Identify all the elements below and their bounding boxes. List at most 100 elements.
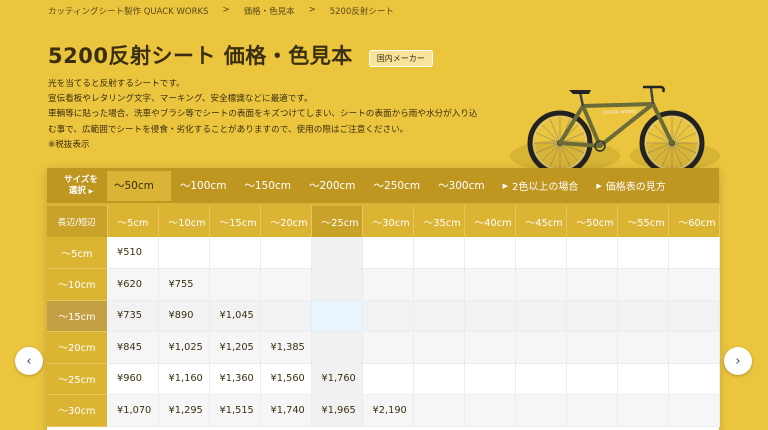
table-row: 〜5cm ¥510 [47,237,720,269]
price-cell[interactable] [413,394,465,427]
price-cell[interactable] [362,363,414,395]
price-cell[interactable]: ¥960 [107,363,159,395]
price-cell[interactable] [617,268,669,301]
price-cell[interactable]: ¥1,045 [209,300,261,332]
column-header: 〜10cm [158,206,210,237]
price-cell[interactable] [617,394,669,427]
multi-color-link[interactable]: ▶ 2色以上の場合 [494,171,588,201]
price-cell[interactable] [566,331,618,364]
column-header: 〜45cm [515,206,567,237]
price-cell[interactable] [311,268,363,301]
price-cell[interactable]: ¥1,360 [209,363,261,395]
price-cell[interactable] [158,237,210,269]
price-cell[interactable] [464,363,516,395]
price-cell[interactable] [311,331,363,364]
price-cell[interactable] [464,268,516,301]
price-cell[interactable] [668,394,720,427]
price-cell[interactable] [260,268,312,301]
price-cell[interactable]: ¥890 [158,300,210,332]
price-cell[interactable] [464,237,516,269]
tab-size-300[interactable]: 〜300cm [429,171,494,201]
price-cell[interactable]: ¥1,205 [209,331,261,364]
tab-size-250[interactable]: 〜250cm [365,171,430,201]
price-cell[interactable] [362,237,414,269]
price-guide-link-label: 価格表の見方 [605,182,666,193]
price-cell[interactable]: ¥1,025 [158,331,210,364]
price-cell[interactable]: ¥735 [107,300,159,332]
price-cell[interactable] [566,394,618,427]
price-cell[interactable]: ¥1,560 [260,363,312,395]
price-cell[interactable]: ¥1,070 [107,394,159,427]
price-cell[interactable] [566,363,618,395]
triangle-right-icon: ▶ [596,181,602,190]
price-cell[interactable]: ¥1,385 [260,331,312,364]
breadcrumb-item-price[interactable]: 価格・色見本 [244,5,295,17]
price-cell[interactable] [464,300,516,332]
column-header: 〜55cm [617,206,669,237]
price-cell[interactable] [617,237,669,269]
price-cell[interactable] [311,300,363,332]
previous-arrow-button[interactable]: ‹ [15,347,43,375]
price-cell[interactable] [668,363,720,395]
breadcrumb-item-current: 5200反射シート [329,7,394,17]
price-cell[interactable]: ¥1,515 [209,394,261,427]
column-header: 〜20cm [260,206,312,237]
price-panel: サイズを 選択 ▶ 〜50cm 〜100cm 〜150cm 〜200cm 〜25… [47,168,720,430]
tab-size-50[interactable]: 〜50cm [107,170,171,201]
breadcrumb: カッティングシート製作 QUACK WORKS > 価格・色見本 > 5200反… [48,5,394,17]
price-cell[interactable] [413,268,465,301]
price-cell[interactable] [362,268,414,301]
price-cell[interactable] [515,268,567,301]
price-cell[interactable] [566,237,618,269]
price-cell[interactable] [464,331,516,364]
column-header: 〜50cm [566,206,618,237]
price-cell[interactable] [260,300,312,332]
price-cell[interactable]: ¥1,295 [158,394,210,427]
price-cell[interactable] [413,363,465,395]
tab-size-200[interactable]: 〜200cm [300,171,365,201]
price-cell[interactable] [413,300,465,332]
row-header: 〜20cm [47,331,107,364]
chevron-left-icon: ‹ [26,353,32,369]
table-row: 〜10cm ¥620 ¥755 [47,268,720,301]
table-corner-label: 長辺/短辺 [47,206,108,237]
price-cell[interactable] [362,331,414,364]
price-cell[interactable] [515,300,567,332]
price-cell[interactable] [668,331,720,364]
price-cell[interactable] [668,300,720,332]
price-cell[interactable]: ¥1,740 [260,394,312,427]
price-cell[interactable]: ¥755 [158,268,210,301]
next-arrow-button[interactable]: › [724,347,752,375]
price-cell[interactable] [668,268,720,301]
price-cell[interactable]: ¥1,160 [158,363,210,395]
price-cell[interactable]: ¥845 [107,331,159,364]
price-cell[interactable]: ¥620 [107,268,159,301]
price-cell[interactable] [515,237,567,269]
price-cell[interactable] [617,331,669,364]
price-cell[interactable] [617,363,669,395]
price-cell[interactable] [566,268,618,301]
maker-badge: 国内メーカー [368,49,433,67]
price-cell[interactable] [515,331,567,364]
price-cell[interactable] [515,394,567,427]
price-cell[interactable] [362,300,414,332]
price-cell[interactable] [464,394,516,427]
price-cell[interactable]: ¥1,965 [311,394,363,427]
price-cell[interactable] [668,237,720,269]
price-cell[interactable] [617,300,669,332]
price-cell[interactable] [260,237,312,269]
breadcrumb-item-home[interactable]: カッティングシート製作 QUACK WORKS [48,5,208,17]
tab-size-100[interactable]: 〜100cm [171,171,236,201]
price-cell[interactable] [209,268,261,301]
price-cell[interactable] [413,331,465,364]
price-cell[interactable]: ¥2,190 [362,394,414,427]
price-guide-link[interactable]: ▶ 価格表の見方 [587,171,674,201]
price-cell[interactable]: ¥510 [107,237,159,269]
price-cell[interactable]: ¥1,760 [311,363,363,395]
price-cell[interactable] [311,237,363,269]
tab-size-150[interactable]: 〜150cm [235,171,300,201]
price-cell[interactable] [209,237,261,269]
price-cell[interactable] [566,300,618,332]
price-cell[interactable] [515,363,567,395]
price-cell[interactable] [413,237,465,269]
